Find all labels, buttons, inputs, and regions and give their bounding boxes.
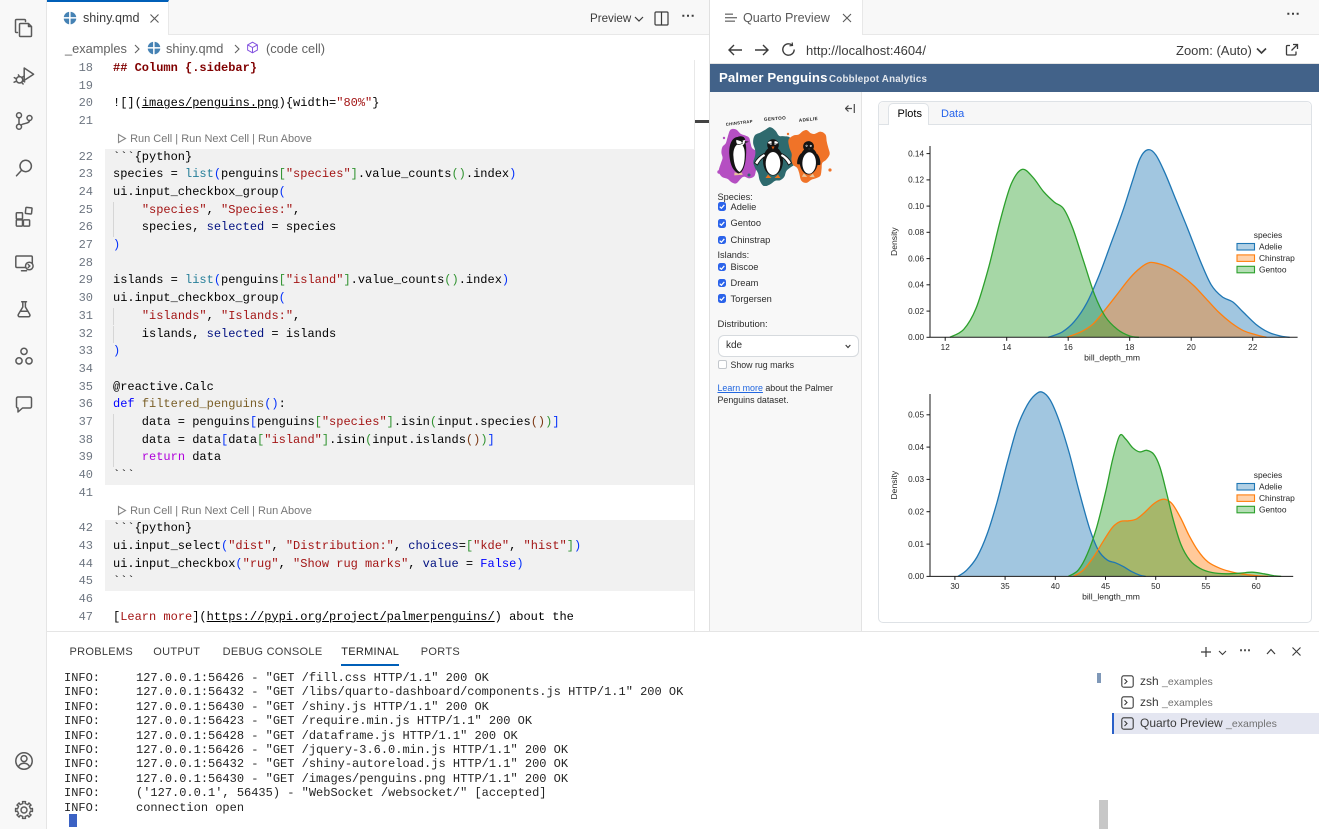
svg-text:0.04: 0.04 [908, 443, 924, 452]
svg-text:0.01: 0.01 [908, 540, 924, 549]
svg-text:bill_length_mm: bill_length_mm [1082, 591, 1140, 601]
svg-text:0.02: 0.02 [908, 307, 924, 316]
svg-text:0.06: 0.06 [908, 254, 924, 263]
svg-text:0.08: 0.08 [908, 228, 924, 237]
svg-text:35: 35 [1001, 582, 1011, 591]
svg-text:60: 60 [1252, 582, 1262, 591]
svg-text:0.00: 0.00 [908, 333, 924, 342]
svg-text:30: 30 [950, 582, 960, 591]
svg-text:12: 12 [941, 343, 951, 352]
svg-text:Adelie: Adelie [1259, 242, 1283, 252]
svg-text:GENTOO: GENTOO [764, 115, 787, 122]
svg-text:20: 20 [1187, 343, 1197, 352]
svg-text:Chinstrap: Chinstrap [1259, 493, 1295, 503]
svg-text:55: 55 [1201, 582, 1211, 591]
svg-text:50: 50 [1151, 582, 1161, 591]
svg-text:0.10: 0.10 [908, 202, 924, 211]
svg-text:0.12: 0.12 [908, 176, 924, 185]
svg-text:0.00: 0.00 [908, 572, 924, 581]
svg-text:22: 22 [1248, 343, 1258, 352]
svg-text:species: species [1254, 470, 1282, 480]
svg-text:Density: Density [889, 227, 899, 256]
svg-text:Chinstrap: Chinstrap [1259, 253, 1295, 263]
svg-text:ADELIE: ADELIE [799, 116, 819, 123]
svg-text:40: 40 [1051, 582, 1061, 591]
svg-text:CHINSTRAP: CHINSTRAP [726, 119, 754, 127]
svg-text:18: 18 [1125, 343, 1135, 352]
svg-text:Adelie: Adelie [1259, 482, 1283, 492]
svg-text:45: 45 [1101, 582, 1111, 591]
svg-text:species: species [1254, 230, 1282, 240]
svg-text:0.03: 0.03 [908, 475, 924, 484]
svg-text:Gentoo: Gentoo [1259, 265, 1287, 275]
svg-text:0.02: 0.02 [908, 508, 924, 517]
svg-text:bill_depth_mm: bill_depth_mm [1084, 352, 1140, 362]
svg-text:16: 16 [1064, 343, 1074, 352]
svg-text:0.04: 0.04 [908, 281, 924, 290]
svg-text:Gentoo: Gentoo [1259, 505, 1287, 515]
svg-text:Density: Density [889, 470, 899, 499]
svg-text:0.14: 0.14 [908, 149, 924, 158]
svg-text:14: 14 [1002, 343, 1012, 352]
svg-text:0.05: 0.05 [908, 411, 924, 420]
